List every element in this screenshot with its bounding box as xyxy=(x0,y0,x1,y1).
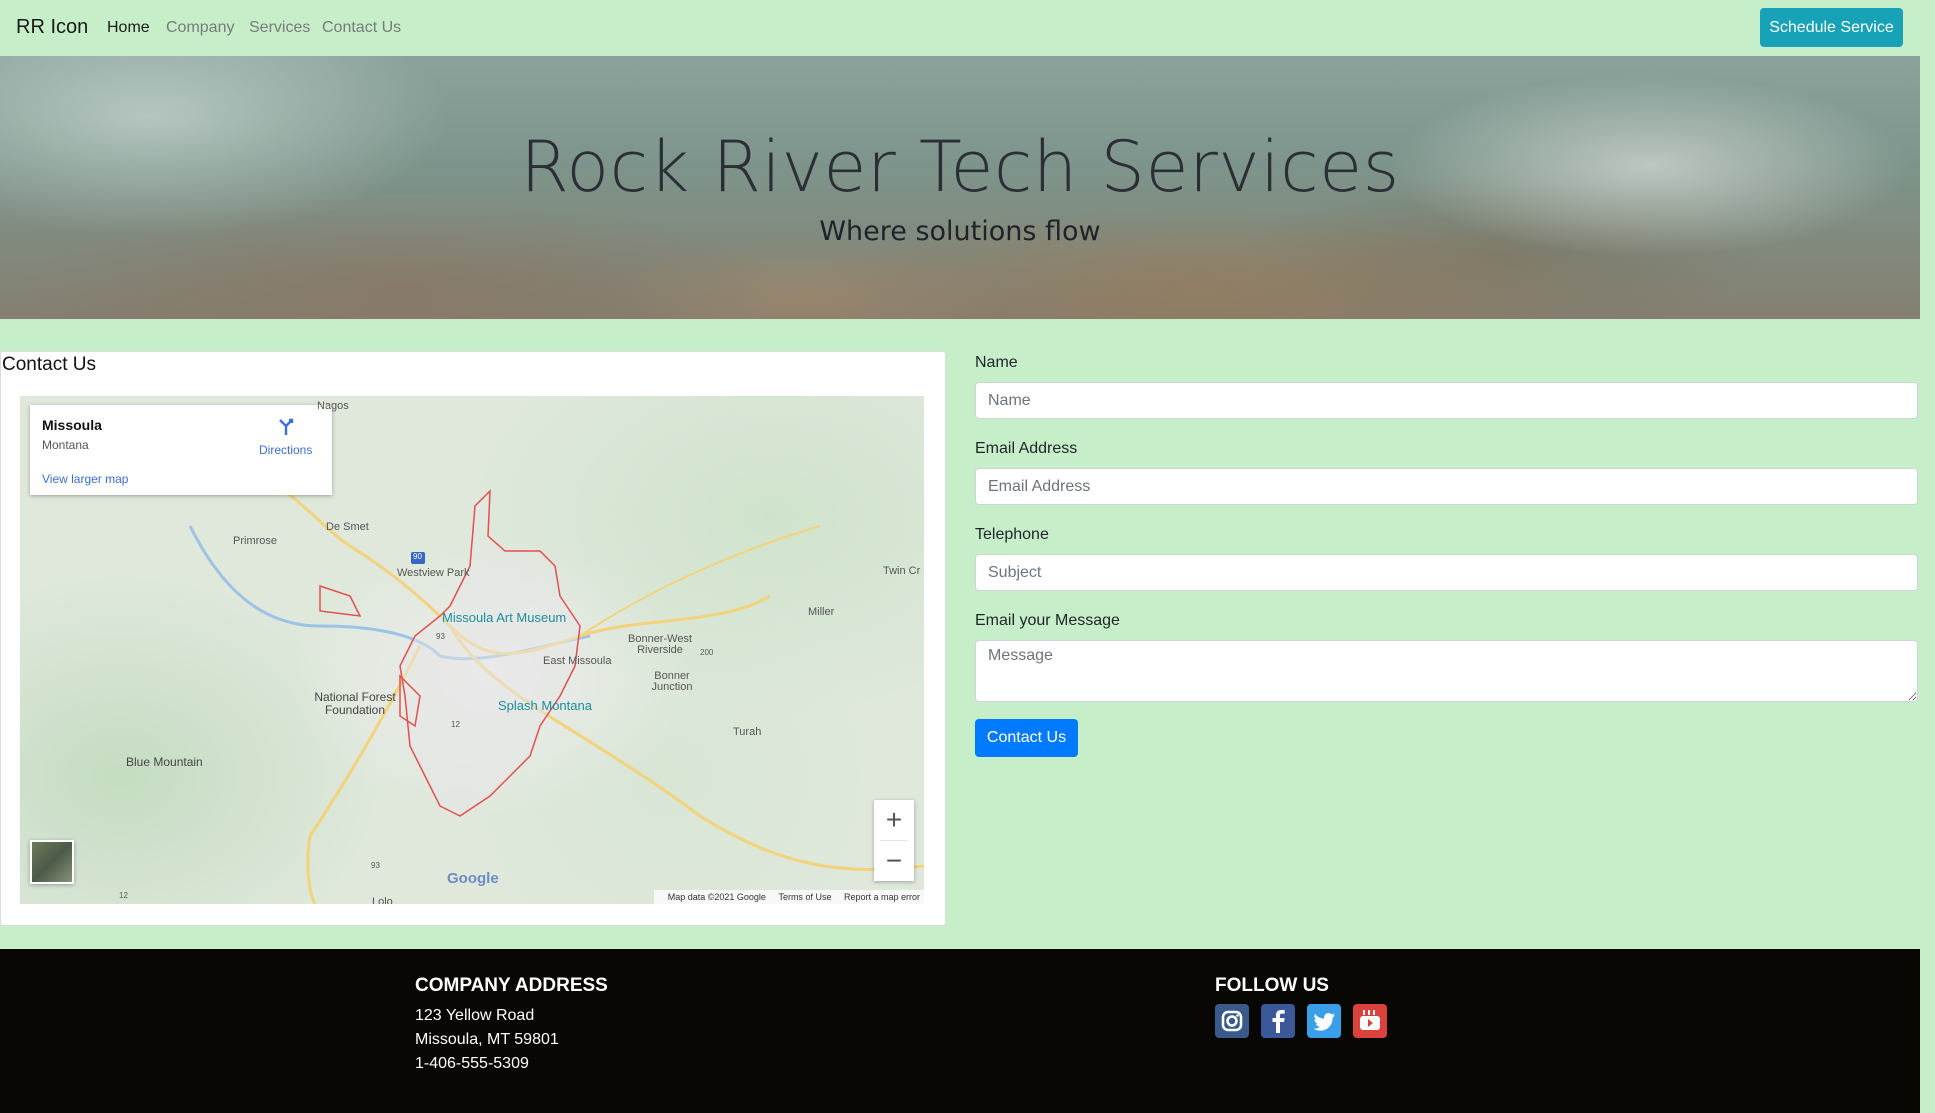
map-label: East Missoula xyxy=(543,655,612,667)
instagram-icon[interactable] xyxy=(1215,1004,1249,1038)
map-poi-label[interactable]: Missoula Art Museum xyxy=(442,610,566,625)
route-shield: 12 xyxy=(119,891,128,900)
map-state: Montana xyxy=(42,438,89,452)
zoom-controls: + − xyxy=(874,800,914,881)
map-label: Lolo xyxy=(372,896,393,904)
map-city: Missoula xyxy=(42,417,102,433)
terms-link[interactable]: Terms of Use xyxy=(778,892,831,902)
map-label: Blue Mountain xyxy=(126,755,203,769)
directions-link[interactable]: Directions xyxy=(259,443,312,457)
email-input[interactable] xyxy=(975,468,1918,505)
map-label: Westview Park xyxy=(397,567,470,579)
navbar: RR Icon Home Company Services Contact Us… xyxy=(0,0,1935,56)
company-address-heading: COMPANY ADDRESS xyxy=(415,975,608,996)
map-label: Nagos xyxy=(317,400,349,412)
map-infobox: Missoula Montana View larger map Directi… xyxy=(30,405,332,495)
route-shield: 200 xyxy=(700,648,714,657)
route-shield: 93 xyxy=(436,632,445,641)
map-data-credit: Map data ©2021 Google xyxy=(667,892,766,902)
name-input[interactable] xyxy=(975,382,1918,419)
map-label: Bonner Junction xyxy=(651,670,693,693)
map-label: Twin Cr xyxy=(883,565,921,577)
address-street: 123 Yellow Road xyxy=(415,1007,535,1024)
hero-banner: Rock River Tech Services Where solutions… xyxy=(0,56,1920,319)
nav-home[interactable]: Home xyxy=(107,19,150,37)
brand-logo[interactable]: RR Icon xyxy=(16,16,88,39)
satellite-toggle[interactable] xyxy=(30,840,74,884)
route-shield: 93 xyxy=(371,861,380,870)
map-poi-label[interactable]: Splash Montana xyxy=(498,698,592,713)
zoom-in-button[interactable]: + xyxy=(874,800,914,840)
message-label: Email your Message xyxy=(975,612,1120,629)
map-label: Miller xyxy=(808,606,835,618)
map-label: De Smet xyxy=(326,521,369,533)
schedule-service-button[interactable]: Schedule Service xyxy=(1760,8,1903,47)
twitter-icon[interactable] xyxy=(1307,1004,1341,1038)
hero-title: Rock River Tech Services xyxy=(520,126,1400,208)
address-phone: 1-406-555-5309 xyxy=(415,1055,529,1072)
nav-contact-us[interactable]: Contact Us xyxy=(322,19,401,37)
facebook-icon[interactable] xyxy=(1261,1004,1295,1038)
contact-us-button[interactable]: Contact Us xyxy=(975,719,1078,757)
address-city: Missoula, MT 59801 xyxy=(415,1031,559,1048)
telephone-input[interactable] xyxy=(975,554,1918,591)
view-larger-map-link[interactable]: View larger map xyxy=(42,472,128,486)
follow-us-heading: FOLLOW US xyxy=(1215,975,1329,996)
map-attribution: Map data ©2021 Google Terms of Use Repor… xyxy=(653,890,924,904)
message-textarea[interactable] xyxy=(975,640,1918,702)
contact-heading: Contact Us xyxy=(2,354,96,375)
map-label: Bonner-West Riverside xyxy=(628,633,692,656)
footer: COMPANY ADDRESS 123 Yellow Road Missoula… xyxy=(0,949,1920,1113)
zoom-out-button[interactable]: − xyxy=(874,841,914,881)
nav-company[interactable]: Company xyxy=(166,19,234,37)
google-logo: Google xyxy=(447,870,499,887)
hero-subtitle: Where solutions flow xyxy=(819,216,1101,247)
nav-services[interactable]: Services xyxy=(249,19,310,37)
telephone-label: Telephone xyxy=(975,526,1049,543)
map-label: Primrose xyxy=(233,535,278,547)
embedded-map[interactable]: Missoula Montana View larger map Directi… xyxy=(20,396,924,904)
email-label: Email Address xyxy=(975,440,1078,457)
directions-icon[interactable] xyxy=(276,417,296,437)
youtube-icon[interactable] xyxy=(1353,1004,1387,1038)
name-label: Name xyxy=(975,354,1018,371)
route-shield: 90 xyxy=(413,552,422,561)
map-label: Turah xyxy=(733,726,762,738)
route-shield: 12 xyxy=(451,720,460,729)
report-map-error-link[interactable]: Report a map error xyxy=(844,892,920,902)
map-label: National Forest Foundation xyxy=(314,690,396,717)
